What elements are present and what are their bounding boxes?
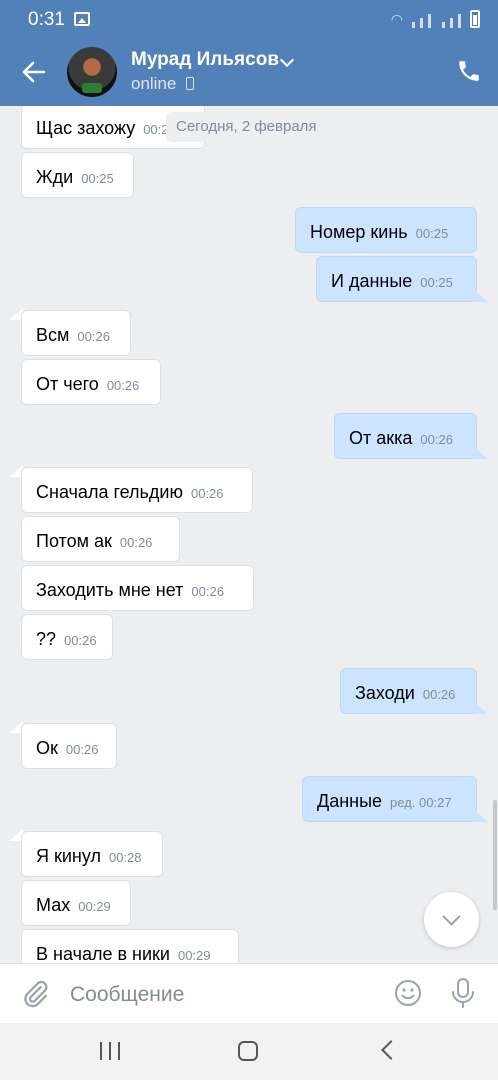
message-text: ?? (36, 629, 57, 649)
message-text: Мах (36, 895, 71, 915)
message-bubble[interactable]: От чего 00:26 (21, 359, 161, 405)
message-text: Потом ак (36, 531, 112, 551)
home-icon[interactable] (238, 1041, 258, 1061)
message-time: 00:29 (78, 899, 111, 914)
scrollbar[interactable] (493, 800, 497, 910)
avatar[interactable] (67, 47, 117, 97)
message-bubble[interactable]: Потом ак 00:26 (21, 516, 180, 562)
bubble-tail (474, 290, 488, 302)
system-navigation-bar (0, 1023, 498, 1080)
message-bubble[interactable]: Жди 00:25 (21, 152, 134, 198)
emoji-icon[interactable] (393, 978, 423, 1008)
message-time: 00:26 (191, 584, 224, 599)
message-time: ред. 00:27 (390, 795, 452, 810)
message-bubble[interactable]: Заходить мне нет 00:26 (21, 565, 254, 611)
message-bubble[interactable]: Ок 00:26 (21, 723, 117, 769)
signal-icon (412, 22, 415, 28)
message-time: 00:26 (422, 687, 456, 702)
message-bubble[interactable]: ?? 00:26 (21, 614, 113, 660)
presence-status: online (131, 74, 177, 93)
bubble-tail (474, 810, 488, 822)
scroll-down-button[interactable] (424, 892, 479, 947)
message-bubble[interactable]: И данные 00:25 (316, 256, 477, 302)
message-time: 00:26 (106, 378, 140, 393)
message-text: Всм (36, 325, 70, 345)
contact-name[interactable]: Мурад Ильясов (131, 49, 279, 71)
back-nav-icon[interactable] (381, 1040, 401, 1060)
message-text: Ок (36, 738, 58, 758)
gallery-notification-icon (74, 12, 90, 26)
message-composer: Сообщение (0, 963, 498, 1023)
message-text: От акка (349, 428, 413, 448)
bubble-tail (474, 702, 488, 714)
chat-header: 0:31 ◠ Мурад Ильясов online (0, 0, 498, 106)
message-time: 00:28 (108, 850, 142, 865)
phone-icon[interactable] (456, 58, 482, 84)
message-text: Щас захожу (36, 118, 136, 138)
recent-apps-icon[interactable] (100, 1042, 120, 1060)
microphone-icon[interactable] (450, 977, 476, 1009)
back-arrow-icon[interactable] (20, 58, 48, 86)
battery-icon (470, 10, 480, 28)
message-text: Заходи (355, 683, 415, 703)
message-bubble[interactable]: Мах 00:29 (21, 880, 131, 926)
message-bubble[interactable]: Заходи 00:26 (340, 668, 477, 714)
wifi-icon: ◠ (390, 11, 403, 27)
message-time: 00:25 (415, 226, 449, 241)
message-bubble[interactable]: Номер кинь 00:25 (295, 207, 477, 253)
mobile-device-icon (186, 77, 194, 90)
message-bubble[interactable]: В начале в ники 00:29 (21, 929, 239, 963)
paperclip-icon[interactable] (20, 979, 50, 1009)
message-bubble[interactable]: Сначала гельдию 00:26 (21, 467, 253, 513)
message-time: 00:26 (65, 742, 99, 757)
message-bubble[interactable]: Данные ред. 00:27 (302, 776, 477, 822)
signal-icon-2 (442, 22, 445, 28)
message-time: 00:26 (119, 535, 153, 550)
message-time: 00:26 (420, 432, 453, 447)
message-bubble[interactable]: От акка 00:26 (334, 413, 477, 459)
message-list[interactable]: Щас захожу 00:25 Сегодня, 2 февраля Жди 00… (0, 0, 498, 963)
message-text: Я кинул (36, 846, 101, 866)
status-icons: ◠ (391, 10, 480, 28)
message-time: 00:25 (420, 275, 453, 290)
message-text: Данные (317, 791, 383, 811)
message-time: 00:26 (77, 329, 110, 344)
bubble-tail (474, 447, 488, 459)
date-separator: Сегодня, 2 февраля (166, 112, 327, 142)
message-text: Номер кинь (310, 222, 408, 242)
message-time: 00:26 (64, 633, 97, 648)
message-time: 00:26 (190, 486, 224, 501)
message-text: От чего (36, 374, 99, 394)
message-input[interactable]: Сообщение (70, 983, 184, 1007)
message-text: И данные (331, 271, 413, 291)
message-text: В начале в ники (36, 944, 170, 963)
message-bubble[interactable]: Я кинул 00:28 (21, 831, 163, 877)
message-text: Сначала гельдию (36, 482, 183, 502)
message-text: Заходить мне нет (36, 580, 184, 600)
status-bar: 0:31 ◠ (0, 0, 498, 38)
message-text: Жди (36, 167, 74, 187)
status-time: 0:31 (28, 9, 65, 30)
chevron-down-icon[interactable] (279, 52, 295, 68)
message-time: 00:25 (81, 171, 114, 186)
message-time: 00:29 (177, 948, 211, 963)
message-bubble[interactable]: Всм 00:26 (21, 310, 131, 356)
